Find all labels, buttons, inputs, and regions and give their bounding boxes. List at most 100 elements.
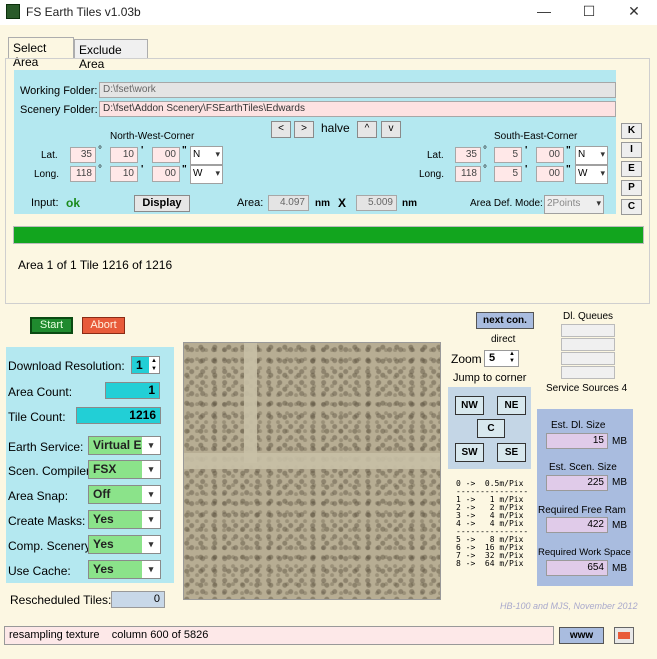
se-lat-label: Lat. bbox=[427, 150, 444, 161]
abort-button[interactable]: Abort bbox=[82, 317, 125, 334]
rescheduled-tiles-field[interactable]: 0 bbox=[111, 591, 165, 608]
se-lat-deg[interactable]: 35 bbox=[455, 147, 481, 163]
scen-compiler-label: Scen. Compiler: bbox=[8, 464, 94, 478]
earth-service-select[interactable]: Virtual Ea ▾ bbox=[88, 436, 161, 455]
nw-lat-deg[interactable]: 35 bbox=[70, 147, 96, 163]
deg-symbol: ° bbox=[98, 164, 102, 175]
area-height-field[interactable]: 5.009 bbox=[356, 195, 397, 211]
se-lon-dir-select[interactable]: W ▾ bbox=[575, 165, 608, 184]
est-scen-size-label: Est. Scen. Size bbox=[549, 462, 617, 473]
jump-nw-button[interactable]: NW bbox=[455, 396, 484, 415]
nw-lat-dir-select[interactable]: N ▾ bbox=[190, 146, 223, 165]
close-button[interactable]: ✕ bbox=[611, 0, 657, 24]
chevron-down-icon: ▾ bbox=[142, 536, 160, 553]
minimize-button[interactable]: — bbox=[521, 0, 567, 24]
next-con-button[interactable]: next con. bbox=[476, 312, 534, 329]
nw-lat-sec[interactable]: 00 bbox=[152, 147, 180, 163]
create-masks-select[interactable]: Yes ▾ bbox=[88, 510, 161, 529]
jump-sw-button[interactable]: SW bbox=[455, 443, 484, 462]
area-snap-select[interactable]: Off ▾ bbox=[88, 485, 161, 504]
status-text: resampling texture column 600 of 5826 bbox=[4, 626, 554, 645]
service-sources-label: Service Sources 4 bbox=[546, 383, 628, 394]
app-icon bbox=[6, 4, 20, 19]
area-snap-label: Area Snap: bbox=[8, 489, 69, 503]
scenery-folder-field[interactable]: D:\fset\Addon Scenery\FSEarthTiles\Edwar… bbox=[99, 101, 616, 117]
nw-lat-dir-value: N bbox=[193, 149, 201, 160]
jump-center-button[interactable]: C bbox=[477, 419, 505, 438]
deg-symbol: ° bbox=[483, 145, 487, 156]
se-lon-min[interactable]: 5 bbox=[494, 166, 522, 182]
nw-corner-title: North-West-Corner bbox=[110, 131, 195, 142]
nw-lat-min[interactable]: 10 bbox=[110, 147, 138, 163]
se-lon-sec[interactable]: 00 bbox=[536, 166, 564, 182]
mb-unit: MB bbox=[612, 436, 627, 447]
se-lat-min[interactable]: 5 bbox=[494, 147, 522, 163]
download-resolution-stepper[interactable]: 1 ▲ ▼ bbox=[131, 356, 160, 374]
k-button[interactable]: K bbox=[621, 123, 642, 139]
scen-compiler-value: FSX bbox=[93, 462, 117, 476]
working-folder-field[interactable]: D:\fset\work bbox=[99, 82, 616, 98]
use-cache-select[interactable]: Yes ▾ bbox=[88, 560, 161, 579]
start-button[interactable]: Start bbox=[30, 317, 73, 334]
se-lat-sec[interactable]: 00 bbox=[536, 147, 564, 163]
e-button[interactable]: E bbox=[621, 161, 642, 177]
zoom-value: 5 bbox=[489, 352, 496, 364]
minimize-tray-button[interactable] bbox=[614, 627, 634, 644]
window-title: FS Earth Tiles v1.03b bbox=[26, 5, 141, 19]
working-folder-label: Working Folder: bbox=[20, 85, 98, 97]
est-dl-size-field[interactable]: 15 bbox=[546, 433, 608, 449]
jump-to-corner-label: Jump to corner bbox=[453, 372, 527, 384]
scen-compiler-select[interactable]: FSX ▾ bbox=[88, 460, 161, 479]
shift-down-button[interactable]: v bbox=[381, 121, 401, 138]
maximize-button[interactable]: ☐ bbox=[566, 0, 612, 24]
tray-icon bbox=[618, 632, 630, 639]
dl-queue-4 bbox=[561, 366, 615, 379]
p-button[interactable]: P bbox=[621, 180, 642, 196]
input-label: Input: bbox=[31, 197, 59, 209]
se-long-label: Long. bbox=[419, 169, 445, 180]
earth-service-label: Earth Service: bbox=[8, 440, 84, 454]
tab-select-area[interactable]: Select Area bbox=[8, 37, 74, 69]
nw-lon-min[interactable]: 10 bbox=[110, 166, 138, 182]
est-scen-size-field[interactable]: 225 bbox=[546, 475, 608, 491]
area-width-field[interactable]: 4.097 bbox=[268, 195, 309, 211]
se-corner-title: South-East-Corner bbox=[494, 131, 578, 142]
se-lat-dir-select[interactable]: N ▾ bbox=[575, 146, 608, 165]
mb-unit: MB bbox=[612, 520, 627, 531]
nw-lon-dir-select[interactable]: W ▾ bbox=[190, 165, 223, 184]
i-button[interactable]: I bbox=[621, 142, 642, 158]
shift-right-button[interactable]: > bbox=[294, 121, 314, 138]
zoom-label: Zoom bbox=[451, 352, 482, 366]
tab-exclude-area[interactable]: Exclude Area bbox=[74, 39, 148, 71]
display-button[interactable]: Display bbox=[134, 195, 190, 212]
nw-lon-sec[interactable]: 00 bbox=[152, 166, 180, 182]
se-lon-deg[interactable]: 118 bbox=[455, 166, 481, 182]
www-button[interactable]: www bbox=[559, 627, 604, 644]
create-masks-value: Yes bbox=[93, 512, 114, 526]
aerial-preview-image[interactable] bbox=[183, 342, 441, 600]
area-def-mode-select[interactable]: 2Points ▾ bbox=[544, 195, 604, 214]
dl-queue-3 bbox=[561, 352, 615, 365]
shift-left-button[interactable]: < bbox=[271, 121, 291, 138]
tile-count-field[interactable]: 1216 bbox=[76, 407, 161, 424]
use-cache-label: Use Cache: bbox=[8, 564, 71, 578]
jump-se-button[interactable]: SE bbox=[497, 443, 526, 462]
road-vertical bbox=[244, 343, 257, 463]
area-snap-value: Off bbox=[93, 487, 111, 501]
nw-lon-deg[interactable]: 118 bbox=[70, 166, 96, 182]
area-count-field[interactable]: 1 bbox=[105, 382, 160, 399]
chevron-down-icon: ▾ bbox=[596, 198, 601, 208]
min-symbol: ' bbox=[141, 164, 144, 175]
required-ram-field[interactable]: 422 bbox=[546, 517, 608, 533]
c-button[interactable]: C bbox=[621, 199, 642, 215]
zoom-stepper[interactable]: 5 ▲ ▼ bbox=[484, 350, 519, 367]
download-resolution-label: Download Resolution: bbox=[8, 359, 125, 373]
spin-arrows-icon[interactable]: ▲ ▼ bbox=[506, 351, 518, 366]
spin-arrows-icon[interactable]: ▲ ▼ bbox=[149, 357, 159, 373]
required-work-space-field[interactable]: 654 bbox=[546, 560, 608, 576]
chevron-down-icon: ▾ bbox=[142, 461, 160, 478]
nw-lat-label: Lat. bbox=[41, 150, 58, 161]
shift-up-button[interactable]: ^ bbox=[357, 121, 377, 138]
jump-ne-button[interactable]: NE bbox=[497, 396, 526, 415]
comp-scenery-select[interactable]: Yes ▾ bbox=[88, 535, 161, 554]
